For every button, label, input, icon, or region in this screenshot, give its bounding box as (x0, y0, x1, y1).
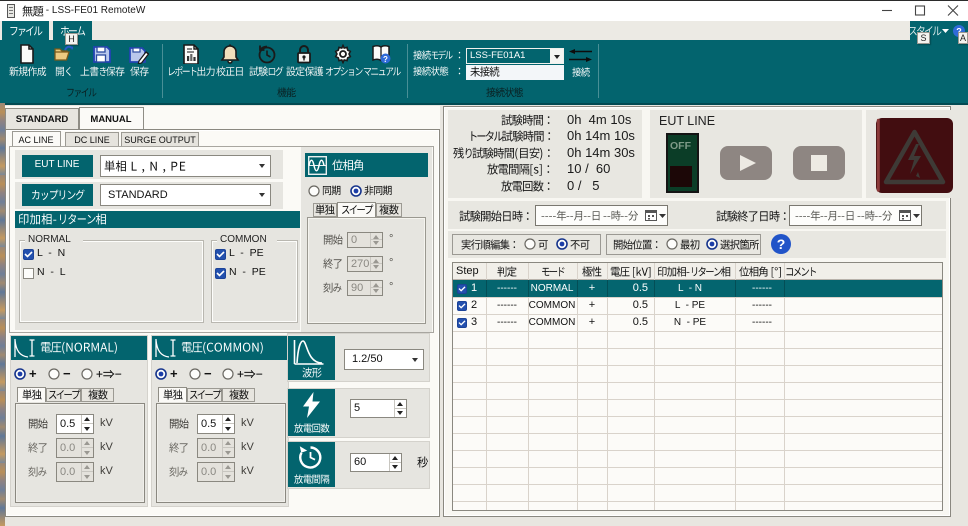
svg-text:?: ? (777, 236, 786, 252)
svg-text:?: ? (383, 55, 388, 64)
